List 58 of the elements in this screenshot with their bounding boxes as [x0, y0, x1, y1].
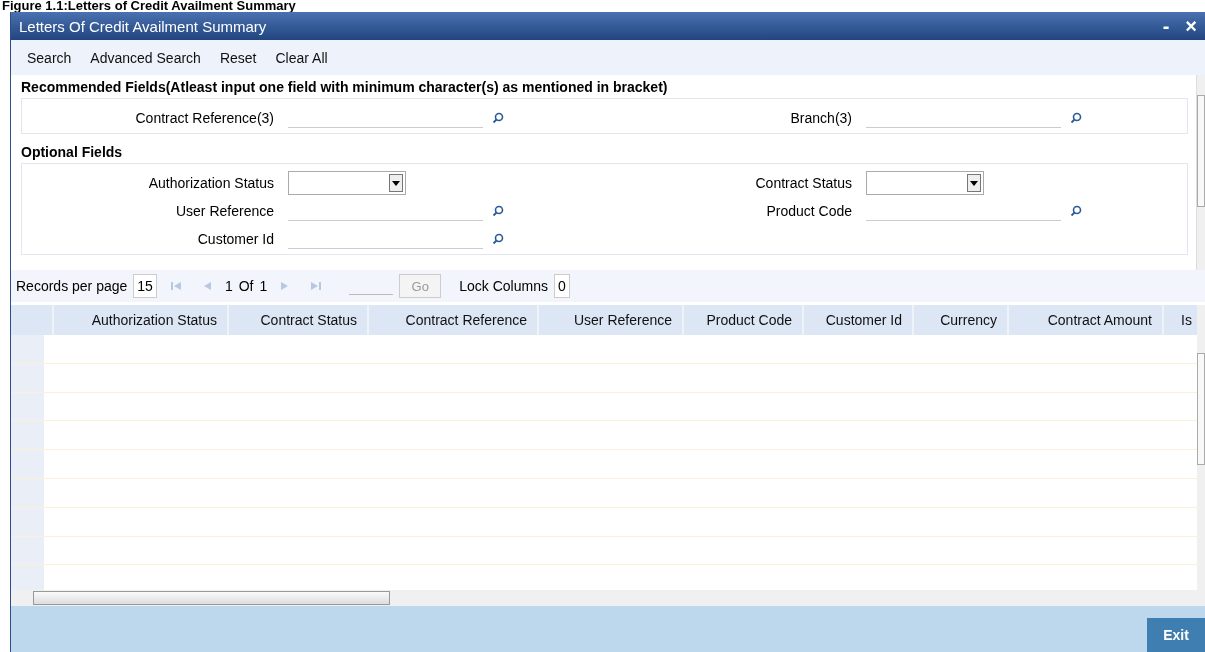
section-title: Optional Fields	[21, 143, 124, 162]
toolbar-button[interactable]: Clear All	[267, 49, 339, 66]
last-page-icon[interactable]	[311, 281, 322, 291]
row-selector[interactable]	[11, 507, 44, 536]
toolbar-button[interactable]: Search	[19, 49, 83, 66]
field-label: Branch(3)	[789, 110, 853, 126]
records-per-page-field[interactable]: 15	[133, 274, 157, 298]
row-selector[interactable]	[11, 335, 44, 363]
field-label: Contract Reference(3)	[134, 110, 275, 126]
column-header[interactable]: Contract Status	[229, 305, 369, 335]
toolbar-button[interactable]: Advanced Search	[82, 49, 212, 66]
field-label: Customer Id	[196, 231, 275, 247]
column-header[interactable]: Contract Reference	[369, 305, 539, 335]
field-label: Contract Status	[754, 175, 853, 191]
window-title: Letters Of Credit Availment Summary	[19, 17, 267, 35]
search-icon[interactable]	[492, 112, 504, 124]
row-selector[interactable]	[11, 565, 44, 590]
field-label: Product Code	[765, 203, 853, 219]
exit-button[interactable]: Exit	[1147, 618, 1205, 652]
dropdown[interactable]	[288, 171, 406, 195]
minimize-button[interactable]: -	[1154, 16, 1178, 36]
row-selector[interactable]	[11, 536, 44, 565]
field-label: User Reference	[174, 203, 275, 219]
close-button[interactable]: ×	[1177, 16, 1205, 36]
field-label: Authorization Status	[147, 175, 275, 191]
vertical-scrollbar[interactable]	[1196, 75, 1205, 270]
lock-columns-label: Lock Columns	[459, 278, 548, 294]
search-icon[interactable]	[1070, 112, 1082, 124]
caret-icon	[970, 180, 978, 186]
column-header[interactable]: Customer Id	[804, 305, 914, 335]
caret-icon	[392, 180, 400, 186]
figure-caption: Figure 1.1:Letters of Credit Availment Summary	[1, 0, 297, 12]
row-selector[interactable]	[11, 363, 44, 392]
column-header[interactable]: User Reference	[539, 305, 684, 335]
lock-columns-field[interactable]: 0	[553, 274, 570, 298]
previous-page-icon[interactable]	[202, 281, 211, 291]
search-icon[interactable]	[492, 205, 504, 217]
current-page: 1	[224, 278, 233, 294]
records-per-page-label: Records per page	[16, 278, 128, 294]
toolbar-button[interactable]: Reset	[211, 49, 268, 66]
vertical-scrollbar[interactable]	[1197, 305, 1205, 590]
section-title: Recommended Fields(Atleast input one field with minimum character(s) as mentioned in bracket)	[21, 78, 669, 97]
column-header[interactable]: Contract Amount	[1009, 305, 1164, 335]
search-icon[interactable]	[1070, 205, 1082, 217]
total-pages: 1	[259, 278, 268, 294]
row-selector[interactable]	[11, 479, 44, 507]
dropdown[interactable]	[866, 171, 984, 195]
search-icon[interactable]	[492, 233, 504, 245]
column-header[interactable]: Authorization Status	[54, 305, 229, 335]
next-page-icon[interactable]	[281, 281, 290, 291]
row-selector[interactable]	[11, 421, 44, 450]
column-header[interactable]: Currency	[914, 305, 1009, 335]
row-selector[interactable]	[11, 450, 44, 478]
row-selector[interactable]	[11, 392, 44, 421]
horizontal-scrollbar[interactable]	[11, 590, 1205, 606]
of-label: Of	[238, 278, 254, 294]
first-page-icon[interactable]	[170, 281, 181, 291]
column-header[interactable]: Product Code	[684, 305, 804, 335]
